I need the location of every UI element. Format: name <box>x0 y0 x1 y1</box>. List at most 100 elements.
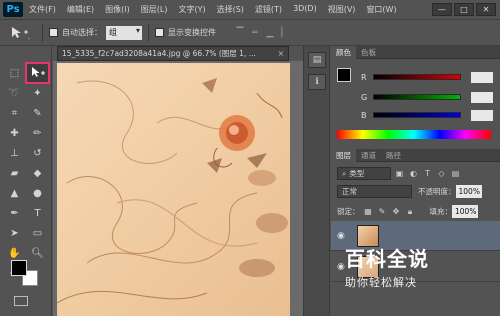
green-label: G <box>361 92 368 102</box>
clone-stamp-icon[interactable]: ⊥ <box>3 143 26 163</box>
lock-brush-icon[interactable]: ✎ <box>377 206 388 217</box>
image-canvas[interactable] <box>57 63 290 316</box>
filter-label: 类型 <box>349 169 365 178</box>
minimize-button[interactable]: — <box>432 3 452 16</box>
close-button[interactable]: ✕ <box>476 3 496 16</box>
filter-adjust-icon[interactable]: ◐ <box>408 168 419 179</box>
history-panel-icon[interactable]: ▤ <box>308 52 326 68</box>
rectangle-tool-icon[interactable]: ▭ <box>26 223 49 243</box>
fill-field[interactable]: 100% <box>452 205 478 218</box>
marquee-tool-icon[interactable]: ⬚ <box>3 63 26 83</box>
pen-tool-icon[interactable]: ✒ <box>3 203 26 223</box>
lock-row: 锁定： ▦ ✎ ✥ 🔒︎ 填充： 100% <box>337 205 478 218</box>
eyedropper-icon[interactable]: ✎ <box>26 103 49 123</box>
align-vcenter-icon[interactable]: ═ <box>249 27 261 39</box>
blue-slider[interactable] <box>373 112 461 118</box>
watermark: 百科全说 助你轻松解决 <box>345 243 480 289</box>
align-bottom-icon[interactable]: ▁ <box>264 27 276 39</box>
green-value-field[interactable] <box>471 91 493 103</box>
blue-label: B <box>361 110 367 120</box>
blue-value-field[interactable] <box>471 109 493 121</box>
crop-tool-icon[interactable]: ⌗ <box>3 103 26 123</box>
red-value-field[interactable] <box>471 71 493 83</box>
menu-items: 文件(F) 编辑(E) 图像(I) 图层(L) 文字(Y) 选择(S) 滤镜(T… <box>29 4 408 15</box>
red-slider[interactable] <box>373 74 461 80</box>
lock-all-icon[interactable]: 🔒︎ <box>405 206 416 217</box>
magic-wand-icon[interactable]: ✦ <box>26 83 49 103</box>
layers-panel-tabs: 图层 通道 路径 <box>331 149 500 162</box>
blend-row: 正常 不透明度： 100% <box>337 185 482 198</box>
filter-row: ⌕ 类型 ▣ ◐ T ◇ ▤ <box>337 167 461 180</box>
green-slider[interactable] <box>373 94 461 100</box>
auto-select-label: 自动选择： <box>62 28 102 37</box>
menu-file[interactable]: 文件(F) <box>29 4 56 15</box>
lock-position-icon[interactable]: ✥ <box>391 206 402 217</box>
tools-grid: ⬚ ➰ ✦ ⌗ ✎ ✚ ✏ ⊥ ↺ ▰ ◆ ▲ ● ✒ T ➤ ▭ ✋ 🔍︎ ⋯ <box>3 62 50 283</box>
color-spectrum[interactable] <box>337 130 491 139</box>
color-panel: 颜色 色板 R G B <box>331 46 500 141</box>
tab-swatches[interactable]: 色板 <box>356 46 381 59</box>
history-brush-icon[interactable]: ↺ <box>26 143 49 163</box>
menu-filter[interactable]: 滤镜(T) <box>255 4 282 15</box>
watermark-title: 百科全说 <box>345 247 429 271</box>
lock-label: 锁定： <box>337 207 360 216</box>
tab-color[interactable]: 颜色 <box>331 46 356 59</box>
color-panel-tabs: 颜色 色板 <box>331 46 500 59</box>
healing-brush-icon[interactable]: ✚ <box>3 123 26 143</box>
menu-view[interactable]: 视图(V) <box>328 4 356 15</box>
close-document-icon[interactable]: × <box>278 49 284 58</box>
maximize-button[interactable]: □ <box>454 3 474 16</box>
paint-bucket-icon[interactable]: ◆ <box>26 163 49 183</box>
green-slider-row: G <box>361 91 493 103</box>
align-left-icon[interactable]: ▏ <box>279 27 291 39</box>
menu-3d[interactable]: 3D(D) <box>293 4 317 15</box>
filter-pixel-icon[interactable]: ▣ <box>394 168 405 179</box>
foreground-color-swatch[interactable] <box>11 260 27 276</box>
document-tab[interactable]: 15_5335_f2c7ad3208a41a4.jpg @ 66.7% (图层 … <box>57 46 289 61</box>
align-top-icon[interactable]: ▔ <box>234 27 246 39</box>
watermark-subtitle: 助你轻松解决 <box>345 276 417 289</box>
tools-panel: ⬚ ➰ ✦ ⌗ ✎ ✚ ✏ ⊥ ↺ ▰ ◆ ▲ ● ✒ T ➤ ▭ ✋ 🔍︎ ⋯ <box>0 46 52 316</box>
layer-filter-dropdown[interactable]: ⌕ 类型 <box>337 167 391 180</box>
opacity-field[interactable]: 100% <box>455 185 482 198</box>
layer-visibility-eye-icon[interactable]: ◉ <box>337 231 349 241</box>
align-buttons: ▔ ═ ▁ ▏ <box>234 27 291 39</box>
filter-smart-icon[interactable]: ▤ <box>450 168 461 179</box>
lasso-tool-icon[interactable]: ➰ <box>3 83 26 103</box>
filter-search-icon: ⌕ <box>342 168 347 178</box>
photoshop-logo: Ps <box>3 2 23 17</box>
path-selection-icon[interactable]: ➤ <box>3 223 26 243</box>
red-label: R <box>361 72 367 82</box>
menu-edit[interactable]: 编辑(E) <box>67 4 94 15</box>
brush-tool-icon[interactable]: ✏ <box>26 123 49 143</box>
move-tool-icon[interactable] <box>25 62 50 84</box>
lock-transparent-icon[interactable]: ▦ <box>363 206 374 217</box>
show-transform-checkbox[interactable] <box>155 28 164 37</box>
menu-select[interactable]: 选择(S) <box>217 4 244 15</box>
tab-channels[interactable]: 通道 <box>356 149 381 162</box>
auto-select-checkbox[interactable] <box>49 28 58 37</box>
move-tool-preset-icon[interactable] <box>4 23 36 43</box>
tab-layers[interactable]: 图层 <box>331 149 356 162</box>
menu-type[interactable]: 文字(Y) <box>178 4 205 15</box>
tab-paths[interactable]: 路径 <box>381 149 406 162</box>
layers-panel: 图层 通道 路径 ⌕ 类型 ▣ ◐ T ◇ ▤ 正常 不透明度： 100% 锁定… <box>331 149 500 316</box>
properties-panel-icon[interactable]: ℹ <box>308 74 326 90</box>
quick-mask-icon[interactable] <box>14 296 28 306</box>
menu-image[interactable]: 图像(I) <box>105 4 130 15</box>
fill-label: 填充： <box>429 207 453 216</box>
blend-mode-dropdown[interactable]: 正常 <box>337 185 412 198</box>
filter-shape-icon[interactable]: ◇ <box>436 168 447 179</box>
window-controls: — □ ✕ <box>432 3 496 16</box>
dodge-tool-icon[interactable]: ● <box>26 183 49 203</box>
separator <box>148 23 149 42</box>
menu-window[interactable]: 窗口(W) <box>366 4 396 15</box>
eraser-tool-icon[interactable]: ▰ <box>3 163 26 183</box>
auto-select-dropdown[interactable]: 组 <box>106 25 142 40</box>
menu-layer[interactable]: 图层(L) <box>141 4 168 15</box>
filter-type-icon[interactable]: T <box>422 168 433 179</box>
panel-foreground-swatch[interactable] <box>337 68 351 82</box>
type-tool-icon[interactable]: T <box>26 203 49 223</box>
blur-tool-icon[interactable]: ▲ <box>3 183 26 203</box>
zoom-tool-icon[interactable]: 🔍︎ <box>26 243 49 263</box>
